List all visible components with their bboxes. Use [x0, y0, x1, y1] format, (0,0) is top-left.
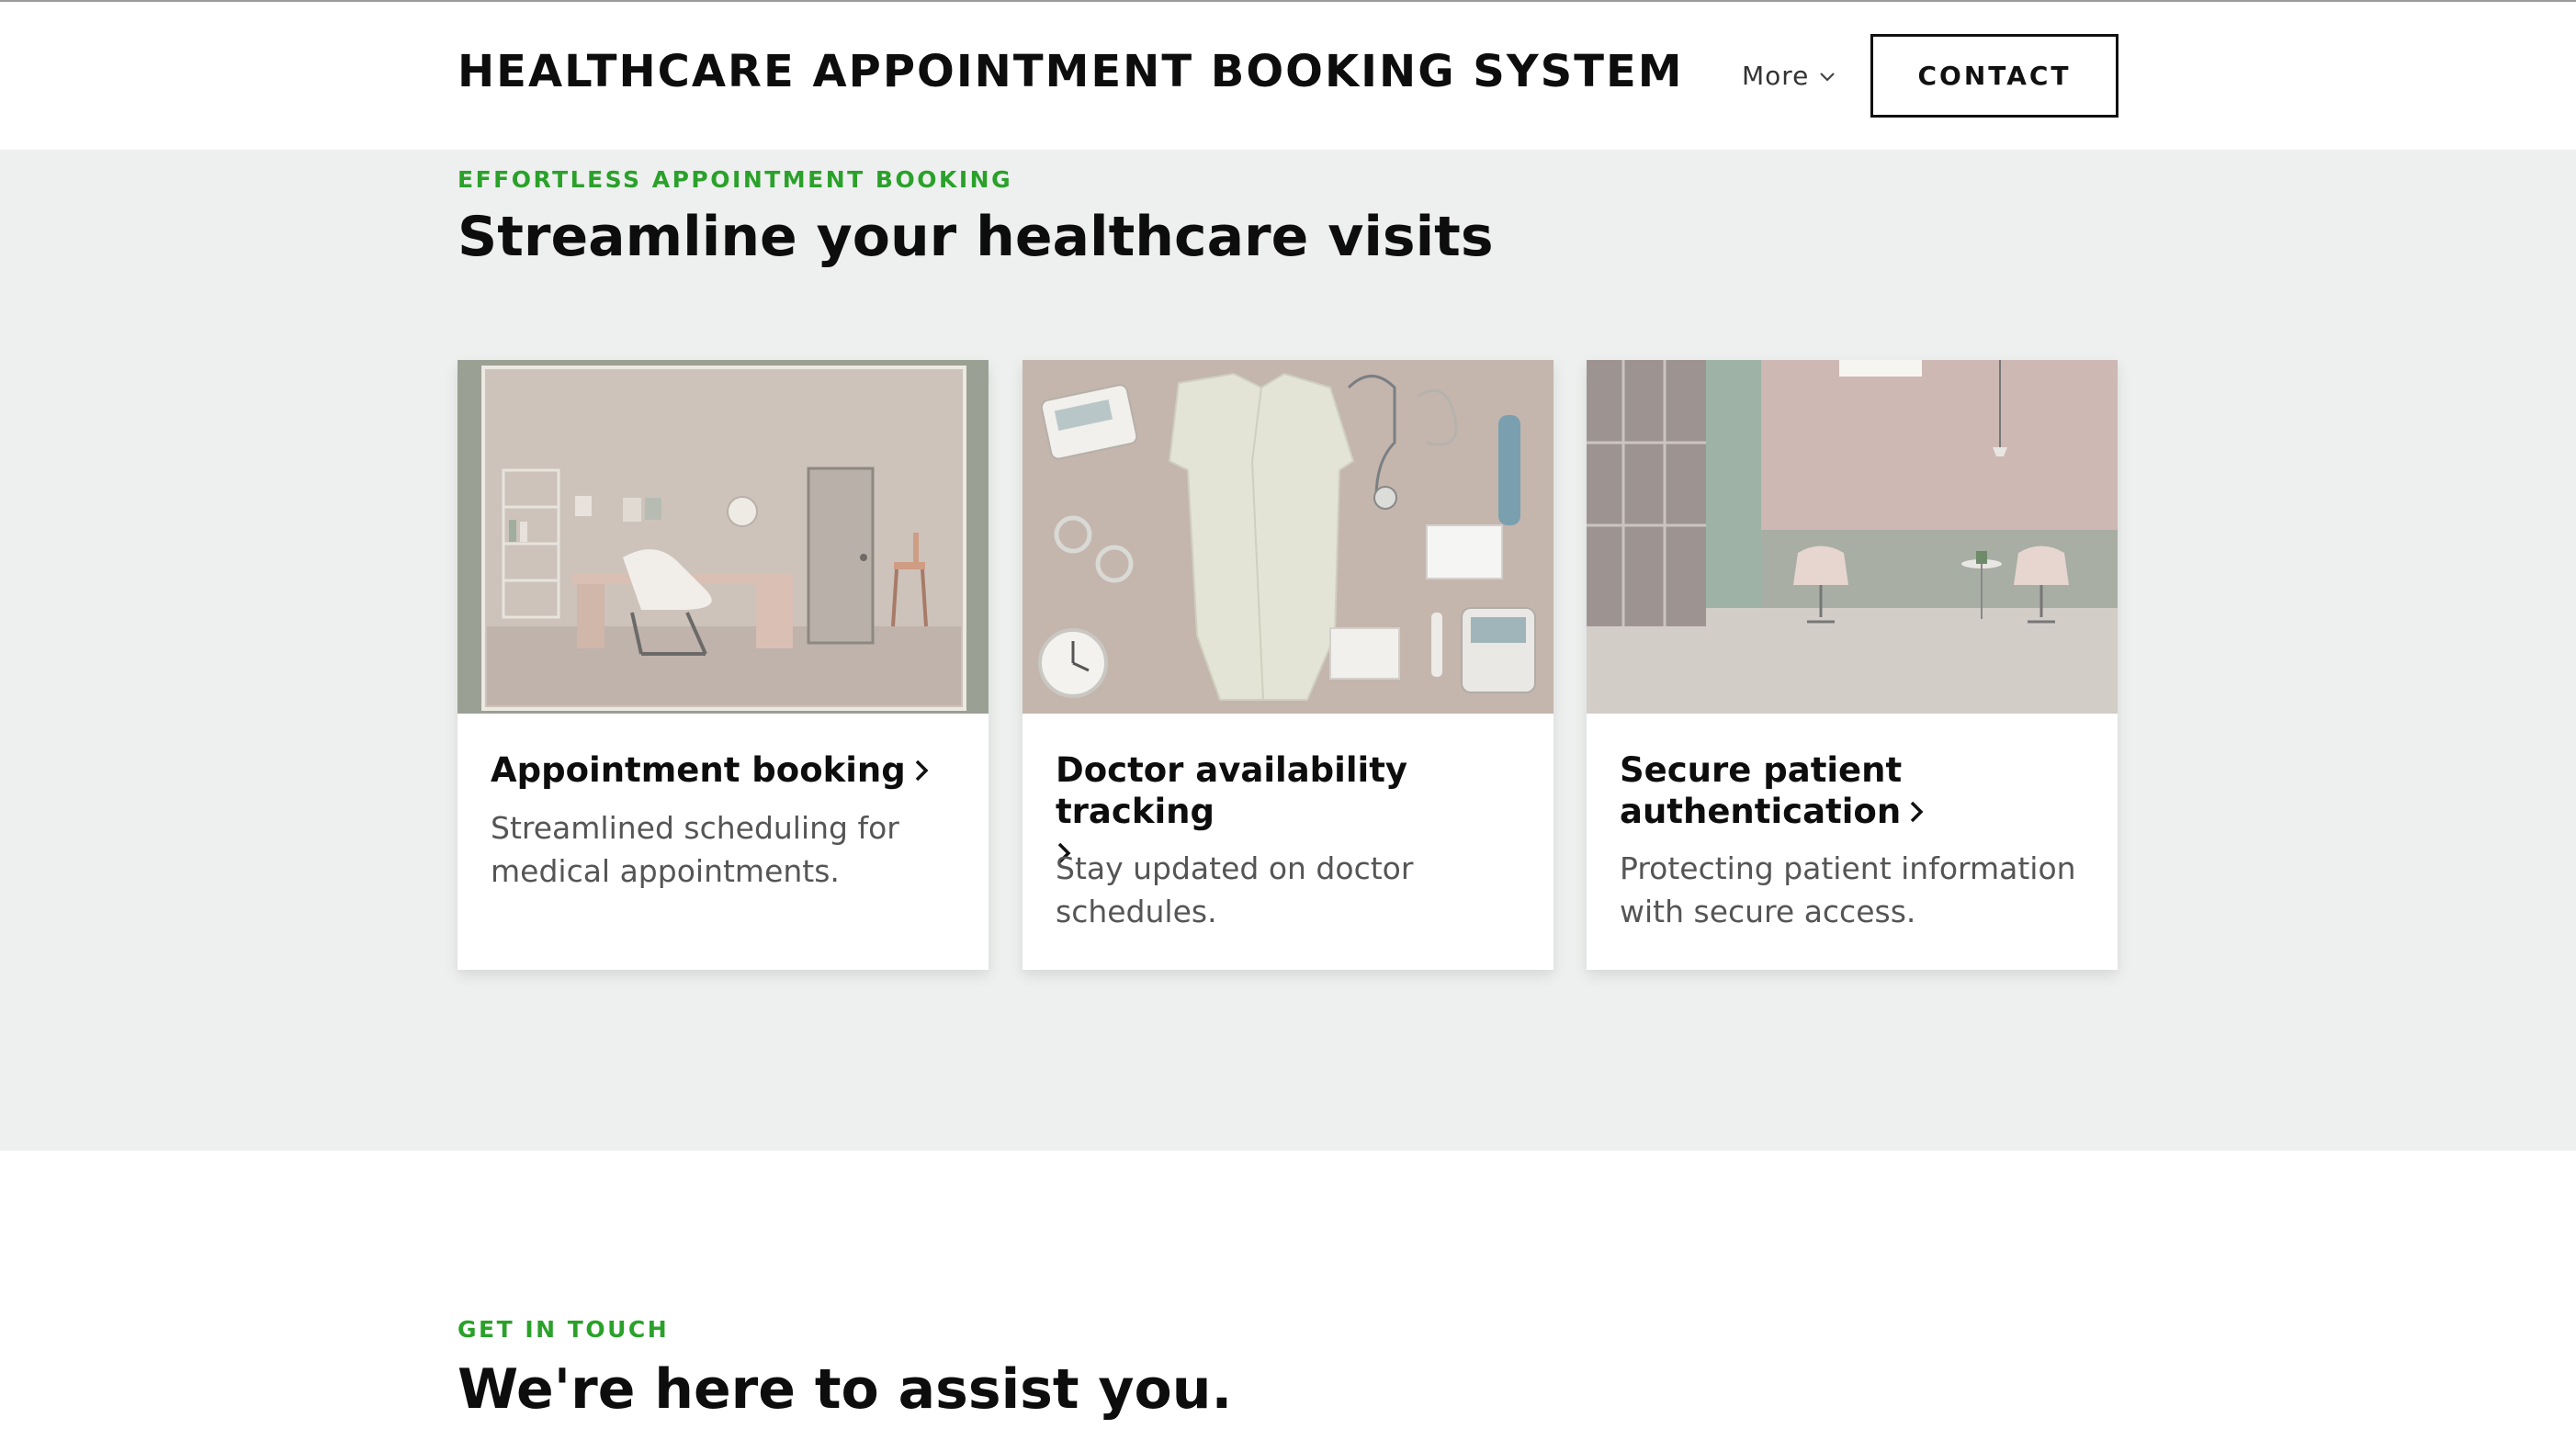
- card-description: Streamlined scheduling for medical appoi…: [491, 810, 899, 889]
- waiting-room-image: [1587, 360, 2118, 714]
- features-eyebrow: EFFORTLESS APPOINTMENT BOOKING: [458, 166, 1013, 193]
- contact-title: We're here to assist you.: [458, 1357, 1233, 1422]
- features-section: EFFORTLESS APPOINTMENT BOOKING Streamlin…: [0, 150, 2576, 1151]
- more-menu-label: More: [1742, 61, 1810, 91]
- card-title-text: Secure patient authentication: [1620, 750, 1903, 831]
- card-title-text: Doctor availability tracking: [1056, 750, 1408, 831]
- site-header: HEALTHCARE APPOINTMENT BOOKING SYSTEM Mo…: [0, 2, 2576, 150]
- features-title: Streamline your healthcare visits: [458, 205, 1494, 269]
- feature-card-secure-authentication[interactable]: Secure patient authentication Protecting…: [1587, 360, 2118, 970]
- feature-card-doctor-availability[interactable]: Doctor availability tracking Stay update…: [1022, 360, 1554, 970]
- doctor-coat-image: [1022, 360, 1554, 714]
- card-title-text: Appointment booking: [491, 750, 906, 790]
- card-title[interactable]: Secure patient authentication: [1620, 749, 2088, 832]
- card-title[interactable]: Appointment booking: [491, 749, 959, 791]
- contact-eyebrow: GET IN TOUCH: [458, 1316, 670, 1343]
- chevron-down-icon: [1820, 72, 1836, 82]
- more-menu[interactable]: More: [1742, 61, 1836, 91]
- card-description: Stay updated on doctor schedules.: [1056, 850, 1414, 929]
- medical-office-image: [458, 360, 989, 714]
- card-description: Protecting patient information with secu…: [1620, 850, 2076, 929]
- chevron-right-icon: [1910, 801, 1924, 823]
- chevron-right-icon: [915, 760, 929, 782]
- site-brand[interactable]: HEALTHCARE APPOINTMENT BOOKING SYSTEM: [458, 46, 1684, 97]
- feature-card-appointment-booking[interactable]: Appointment booking Streamlined scheduli…: [458, 360, 989, 970]
- contact-button[interactable]: CONTACT: [1870, 34, 2118, 118]
